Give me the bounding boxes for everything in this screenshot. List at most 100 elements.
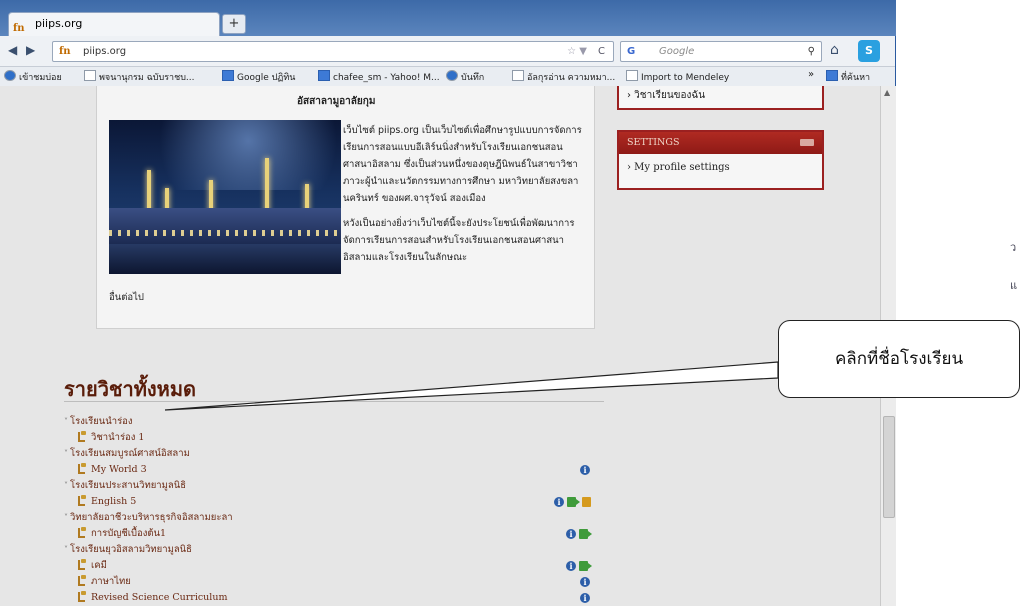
info-icon[interactable]: i <box>580 465 590 475</box>
scrollbar-thumb[interactable] <box>883 416 895 518</box>
info-icon[interactable]: i <box>566 561 576 571</box>
search-icon[interactable]: ⚲ <box>808 42 815 61</box>
settings-header: SETTINGS <box>619 132 822 154</box>
category-link[interactable]: วิทยาลัยอาชีวะบริหารธุรกิจอิสลามยะลา <box>70 512 233 523</box>
url-input[interactable]: fn piips.org ☆ ▼ C <box>52 41 614 62</box>
bookmarks-more-button[interactable]: » <box>808 69 814 80</box>
course-row[interactable]: Revised Science Curriculum i <box>64 590 604 606</box>
mosque-image <box>109 120 341 274</box>
search-input[interactable]: G Google ⚲ <box>620 41 822 62</box>
category-row[interactable]: ˅ โรงเรียนสมบูรณ์ศาสน์อิสลาม <box>64 446 604 462</box>
category-row[interactable]: ˅ โรงเรียนนำร่อง <box>64 414 604 430</box>
self-enrol-icon[interactable] <box>579 529 592 539</box>
forward-icon[interactable]: ▶ <box>26 43 35 57</box>
course-icon <box>78 463 87 474</box>
course-link[interactable]: เคมี <box>91 560 107 571</box>
home-icon[interactable]: ⌂ <box>830 42 839 58</box>
course-row[interactable]: เคมี i <box>64 558 604 574</box>
course-list: ˅ โรงเรียนนำร่อง วิชานำร่อง 1 ˅ โรงเรียนสม… <box>64 414 604 606</box>
my-classes-link[interactable]: › วิชาเรียนของฉัน <box>627 88 705 103</box>
refresh-icon[interactable]: C <box>598 42 605 61</box>
welcome-heading: อัสสาลามูอาลัยกุม <box>297 96 376 107</box>
self-enrol-icon[interactable] <box>579 561 592 571</box>
bookmark-item[interactable]: Import to Mendeley <box>626 70 729 83</box>
info-icon[interactable]: i <box>580 577 590 587</box>
google-icon[interactable]: G <box>627 42 635 61</box>
category-link[interactable]: โรงเรียนประสานวิทยามูลนิธิ <box>70 480 186 491</box>
bookmark-item[interactable]: Google ปฏิทิน <box>222 70 295 84</box>
course-link[interactable]: การบัญชีเบื้องต้น1 <box>91 528 166 539</box>
category-row[interactable]: ˅ โรงเรียนประสานวิทยามูลนิธิ <box>64 478 604 494</box>
course-icon <box>78 495 87 506</box>
category-row[interactable]: ˅ วิทยาลัยอาชีวะบริหารธุรกิจอิสลามยะลา <box>64 510 604 526</box>
bookmark-item[interactable]: บันทึก <box>446 70 484 84</box>
category-link[interactable]: โรงเรียนยุวอิสลามวิทยามูลนิธิ <box>70 544 192 555</box>
settings-title: SETTINGS <box>627 137 680 148</box>
course-link[interactable]: Revised Science Curriculum <box>91 592 227 603</box>
category-link[interactable]: โรงเรียนสมบูรณ์ศาสน์อิสลาม <box>70 448 190 459</box>
info-icon[interactable]: i <box>566 529 576 539</box>
url-text: piips.org <box>83 46 127 57</box>
globe-icon <box>446 70 458 81</box>
welcome-paragraph-tail: อื่นต่อไป <box>109 292 144 303</box>
chevron-down-icon: ˅ <box>64 513 68 522</box>
welcome-paragraph: หวังเป็นอย่างยิ่งว่าเว็บไซต์นี้จะยังประโ… <box>343 218 575 263</box>
bookmark-star-icon[interactable]: ☆ ▼ <box>567 42 587 61</box>
image-building <box>109 208 341 244</box>
category-link[interactable]: โรงเรียนนำร่อง <box>70 416 133 427</box>
self-enrol-icon[interactable] <box>567 497 580 507</box>
course-row[interactable]: ภาษาไทย i <box>64 574 604 590</box>
bookmark-item[interactable]: chafee_sm - Yahoo! M... <box>318 70 440 83</box>
bookmark-icon <box>826 70 838 81</box>
scroll-up-icon[interactable]: ▲ <box>884 88 890 97</box>
background-text: ว <box>1010 241 1017 254</box>
tab-title: piips.org <box>35 17 83 30</box>
skype-icon[interactable]: S <box>858 40 880 62</box>
image-ground <box>109 244 341 274</box>
image-lights <box>109 230 341 236</box>
welcome-block: อัสสาลามูอาลัยกุม เว็บไซต์ piips.org เป็… <box>96 86 595 329</box>
chevron-down-icon: ˅ <box>64 481 68 490</box>
info-icon[interactable]: i <box>554 497 564 507</box>
callout-box: คลิกที่ชื่อโรงเรียน <box>778 320 1020 398</box>
new-tab-button[interactable]: + <box>222 14 246 34</box>
bookmarks-toolbar: เข้าชมบ่อย พจนานุกรม ฉบับราชบ... Google … <box>0 67 895 87</box>
course-icon <box>78 527 87 538</box>
bookmark-icon <box>626 70 638 81</box>
course-row[interactable]: วิชานำร่อง 1 <box>64 430 604 446</box>
course-link[interactable]: ภาษาไทย <box>91 576 131 587</box>
profile-settings-link[interactable]: › My profile settings <box>627 162 730 173</box>
course-icon <box>78 559 87 570</box>
course-row[interactable]: English 5 i <box>64 494 604 510</box>
block-collapse-icon[interactable] <box>800 139 814 146</box>
course-row[interactable]: My World 3 i <box>64 462 604 478</box>
window-titlebar: fn piips.org + <box>0 0 1023 37</box>
background-text: แ <box>1010 279 1018 292</box>
guest-access-icon[interactable] <box>582 497 591 507</box>
callout-text: คลิกที่ชื่อโรงเรียน <box>834 349 964 369</box>
search-placeholder: Google <box>659 46 695 57</box>
welcome-paragraph: เว็บไซต์ piips.org เป็นเว็บไซต์เพื่อศึกษ… <box>343 125 582 204</box>
bookmark-item[interactable]: เข้าชมบ่อย <box>4 70 62 84</box>
site-favicon-icon: fn <box>59 46 71 57</box>
calendar-icon <box>222 70 234 81</box>
image-sky <box>109 120 341 190</box>
chevron-down-icon: ˅ <box>64 545 68 554</box>
course-link[interactable]: My World 3 <box>91 464 147 475</box>
course-link[interactable]: วิชานำร่อง 1 <box>91 432 144 443</box>
settings-block: SETTINGS › My profile settings <box>617 130 824 190</box>
back-icon[interactable]: ◀ <box>8 43 17 57</box>
info-icon[interactable]: i <box>580 593 590 603</box>
course-icon <box>78 575 87 586</box>
bookmark-icon <box>4 70 16 81</box>
page-content: อัสสาลามูอาลัยกุม เว็บไซต์ piips.org เป็… <box>0 86 880 606</box>
course-row[interactable]: การบัญชีเบื้องต้น1 i <box>64 526 604 542</box>
bookmark-item[interactable]: ที่ค้นหา <box>826 70 870 84</box>
background-window: ว แ <box>896 0 1023 606</box>
bookmark-item[interactable]: พจนานุกรม ฉบับราชบ... <box>84 70 195 84</box>
browser-tab[interactable]: fn piips.org <box>8 12 220 37</box>
bookmark-item[interactable]: อัลกุรอ่าน ความหมา... <box>512 70 615 84</box>
my-classes-block: › วิชาเรียนของฉัน <box>617 86 824 110</box>
category-row[interactable]: ˅ โรงเรียนยุวอิสลามวิทยามูลนิธิ <box>64 542 604 558</box>
course-link[interactable]: English 5 <box>91 496 136 507</box>
